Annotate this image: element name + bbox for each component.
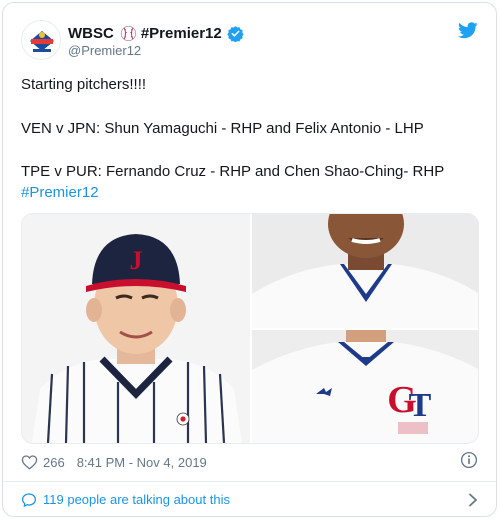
wbsc-logo-icon bbox=[22, 21, 60, 59]
tweet-line-3: TPE v PUR: Fernando Cruz - RHP and Chen … bbox=[21, 163, 445, 180]
photo-chinese-taipei-pitcher[interactable]: G T bbox=[252, 330, 478, 443]
photo-pitcher-top[interactable] bbox=[252, 214, 478, 328]
conversation-link[interactable]: 119 people are talking about this bbox=[43, 492, 230, 507]
avatar[interactable] bbox=[21, 20, 61, 60]
photo-japan-pitcher[interactable]: J bbox=[22, 214, 250, 443]
name-hashtag: #Premier12 bbox=[140, 24, 222, 42]
name-row: WBSC #Premier12 bbox=[68, 23, 244, 43]
timestamp[interactable]: 8:41 PM - Nov 4, 2019 bbox=[77, 455, 207, 470]
pitcher-top-image bbox=[252, 214, 478, 328]
hashtag-link[interactable]: #Premier12 bbox=[21, 183, 99, 202]
tweet-meta: 266 8:41 PM - Nov 4, 2019 bbox=[21, 451, 207, 473]
verified-badge-icon bbox=[227, 25, 244, 42]
display-name[interactable]: WBSC bbox=[68, 25, 114, 42]
heart-icon[interactable] bbox=[21, 454, 38, 470]
user-handle[interactable]: @Premier12 bbox=[68, 43, 141, 58]
like-count[interactable]: 266 bbox=[43, 455, 65, 470]
svg-text:J: J bbox=[130, 246, 143, 275]
tweet-card[interactable]: WBSC #Premier12 @Premier12 Starting pitc… bbox=[2, 2, 497, 517]
tweet-line-2: VEN v JPN: Shun Yamaguchi - RHP and Feli… bbox=[21, 120, 424, 137]
info-icon[interactable] bbox=[460, 451, 478, 469]
conversation-row[interactable]: 119 people are talking about this bbox=[3, 482, 496, 516]
chevron-right-icon[interactable] bbox=[468, 493, 478, 507]
svg-text:T: T bbox=[409, 387, 432, 424]
tweet-line-1: Starting pitchers!!!! bbox=[21, 76, 147, 93]
tweet-header: WBSC #Premier12 @Premier12 bbox=[3, 3, 496, 69]
japan-pitcher-image: J bbox=[22, 214, 250, 443]
speech-bubble-icon bbox=[21, 493, 37, 507]
baseball-icon bbox=[120, 25, 136, 41]
media-grid[interactable]: J G T bbox=[21, 213, 479, 444]
chinese-taipei-pitcher-image: G T bbox=[252, 330, 478, 443]
twitter-bird-icon[interactable] bbox=[458, 22, 478, 39]
